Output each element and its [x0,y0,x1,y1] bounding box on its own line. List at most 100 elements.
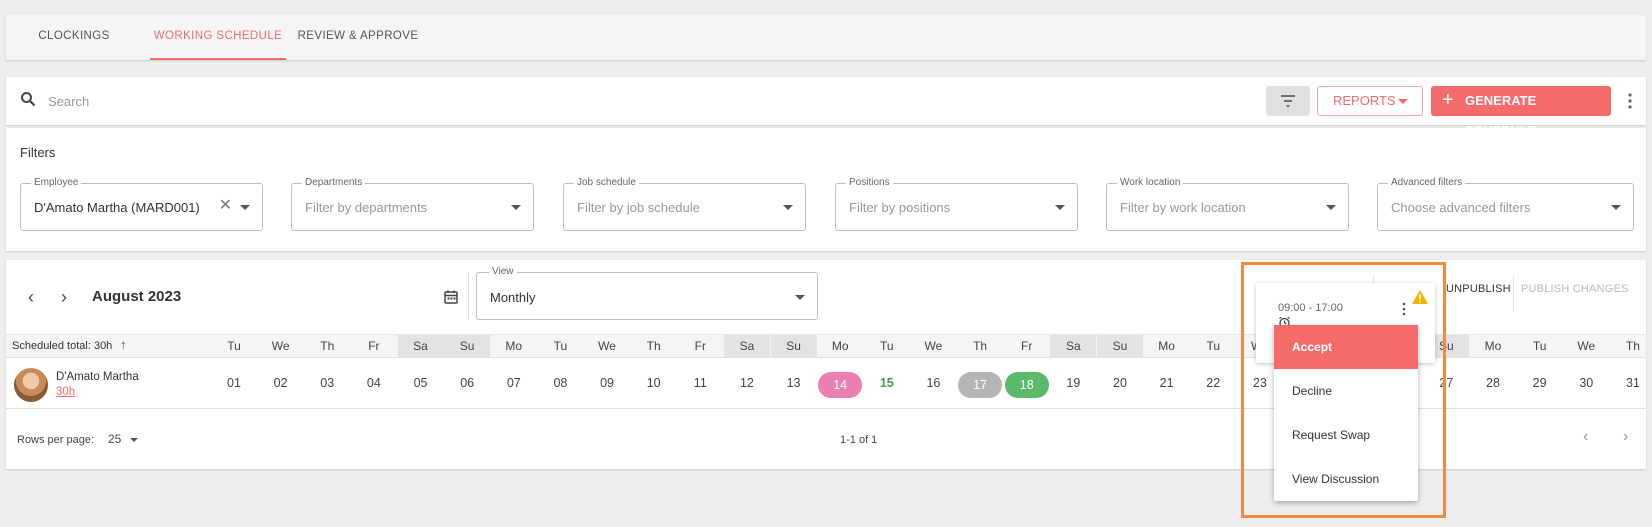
employee-name: D'Amato Martha [56,371,139,383]
weekday-header: We [271,339,290,353]
chevron-right-icon[interactable]: › [1623,428,1628,446]
tab-clockings[interactable]: CLOCKINGS [28,15,120,60]
more-vert-icon[interactable] [1628,91,1632,111]
weekday-header: Fr [1021,339,1033,353]
employee-filter-value: D'Amato Martha (MARD001) [34,200,200,215]
day-cell[interactable]: 15 [864,358,910,409]
weekday-header: Tu [227,339,241,353]
caret-down-icon [130,438,138,442]
day-cell-shift[interactable]: 17 [958,372,1003,398]
weekday-header: Fr [694,339,706,353]
weekday-header: Sa [397,335,444,358]
weekday-header: Mo [1158,339,1175,353]
positions-filter[interactable]: Positions Filter by positions [835,177,1078,231]
day-cell[interactable]: 01 [211,358,257,409]
advanced-filters-placeholder: Choose advanced filters [1391,200,1531,215]
employee-hours-link[interactable]: 30h [56,386,75,398]
day-cell[interactable]: 13 [771,358,817,409]
day-cell[interactable]: 10 [631,358,677,409]
day-cell[interactable]: 06 [444,358,490,409]
day-cell[interactable]: 05 [398,358,444,409]
divider [468,272,469,320]
scheduled-total: Scheduled total: 30h [12,340,113,352]
work-location-filter-label: Work location [1117,177,1184,188]
weekday-header: Mo [831,339,849,353]
job-schedule-filter-label: Job schedule [574,177,639,188]
caret-down-icon [240,205,250,210]
weekday-header: Fr [368,339,380,353]
month-title: August 2023 [92,288,182,305]
day-cell[interactable]: 16 [910,358,956,409]
weekday-header: Mo [1484,339,1502,353]
day-cell-shift[interactable]: 14 [818,372,863,398]
job-schedule-filter-placeholder: Filter by job schedule [577,200,700,215]
job-schedule-filter[interactable]: Job schedule Filter by job schedule [563,177,806,231]
day-cell[interactable]: 19 [1050,358,1096,409]
day-cell[interactable]: 30 [1563,358,1609,409]
day-cell[interactable]: 08 [537,358,583,409]
generate-schedule-button[interactable]: + GENERATE SCHEDULE [1431,86,1611,138]
work-location-filter[interactable]: Work location Filter by work location [1106,177,1349,231]
weekday-header: Th [320,339,335,353]
search-toolbar: REPORTS + GENERATE SCHEDULE [6,77,1646,138]
filters-panel: Filters Employee D'Amato Martha (MARD001… [6,128,1646,251]
weekday-header: Th [1625,339,1640,353]
filters-title: Filters [20,145,56,160]
caret-down-icon [1611,205,1621,210]
calendar-icon[interactable] [443,289,459,305]
view-select-value: Monthly [490,290,536,305]
day-cell[interactable]: 28 [1470,358,1516,409]
day-cell[interactable]: 04 [351,358,397,409]
advanced-filters[interactable]: Advanced filters Choose advanced filters [1377,177,1634,231]
day-cell[interactable]: 22 [1190,358,1236,409]
departments-filter-label: Departments [302,177,366,188]
day-cell[interactable]: 09 [584,358,630,409]
rows-per-page-select[interactable]: 25 [108,432,121,446]
filter-icon [1281,95,1295,107]
tab-working-schedule[interactable]: WORKING SCHEDULE [150,15,286,60]
unpublish-button[interactable]: UNPUBLISH [1446,283,1511,295]
day-cell[interactable]: 02 [258,358,304,409]
weekday-header: Su [770,335,817,358]
work-location-filter-placeholder: Filter by work location [1120,200,1246,215]
clear-icon[interactable]: ✕ [219,198,232,214]
weekday-header: We [598,339,616,353]
day-cell-shift[interactable]: 18 [1004,372,1049,398]
chevron-left-icon[interactable]: ‹ [1583,428,1588,446]
weekday-header: Mo [505,339,523,353]
weekday-header: We [1577,339,1596,353]
departments-filter-placeholder: Filter by departments [305,200,428,215]
day-cell[interactable]: 29 [1517,358,1563,409]
positions-filter-placeholder: Filter by positions [849,200,951,215]
day-cell[interactable]: 31 [1610,358,1652,409]
day-cell[interactable]: 21 [1144,358,1190,409]
caret-down-icon [795,295,805,300]
day-cell[interactable]: 07 [491,358,537,409]
weekday-header: Tu [553,339,568,353]
tab-review-approve[interactable]: REVIEW & APPROVE [296,15,420,60]
view-select-label: View [489,266,517,277]
search-input[interactable] [48,89,648,113]
highlight-box [1241,262,1446,518]
advanced-filters-label: Advanced filters [1388,177,1466,188]
weekday-header: Tu [880,339,894,353]
arrow-up-icon[interactable]: ↑ [120,337,127,352]
employee-filter-label: Employee [31,177,82,188]
reports-button[interactable]: REPORTS [1317,86,1423,116]
chevron-left-icon[interactable]: ‹ [28,287,34,308]
filter-toggle-button[interactable] [1266,86,1310,116]
caret-down-icon [511,205,521,210]
publish-changes-button[interactable]: PUBLISH CHANGES [1521,283,1629,295]
reports-label: REPORTS [1333,93,1396,108]
day-cell[interactable]: 11 [677,358,723,409]
view-select[interactable]: View Monthly [476,266,818,320]
employee-filter[interactable]: Employee D'Amato Martha (MARD001) ✕ [20,177,263,231]
rows-per-page-label: Rows per page: [17,434,95,446]
day-cell[interactable]: 20 [1097,358,1143,409]
day-cell[interactable]: 03 [304,358,350,409]
chevron-right-icon[interactable]: › [61,287,67,308]
day-cell[interactable]: 12 [724,358,770,409]
search-icon [21,92,36,107]
caret-down-icon [1398,99,1408,104]
departments-filter[interactable]: Departments Filter by departments [291,177,534,231]
